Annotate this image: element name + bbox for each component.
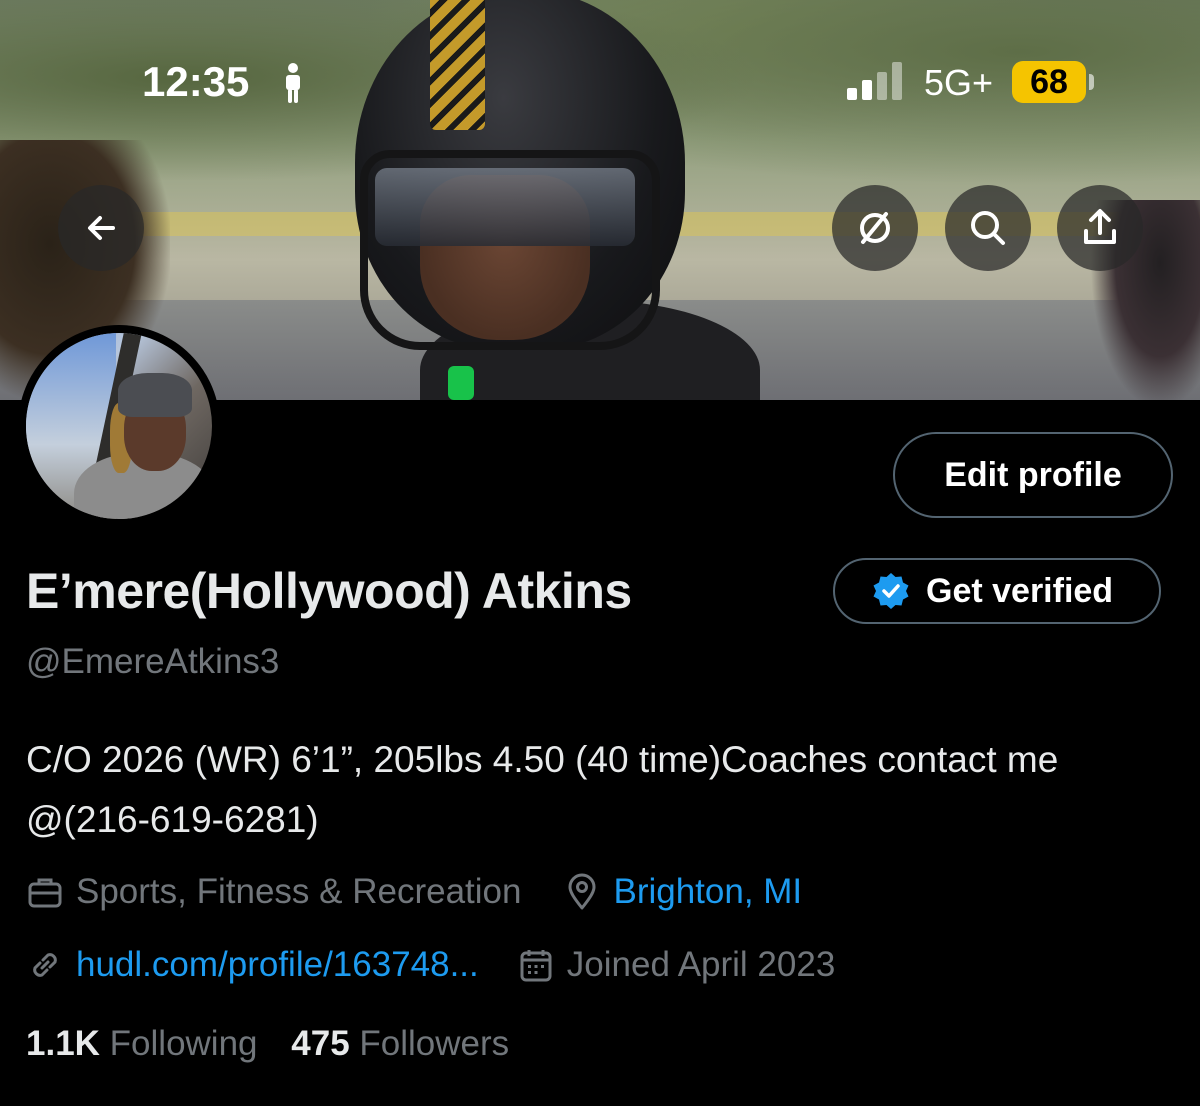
calendar-icon <box>520 950 552 982</box>
search-icon <box>971 211 1005 245</box>
link-icon <box>33 953 57 977</box>
status-time: 12:35 <box>142 58 250 105</box>
get-verified-button[interactable]: Get verified <box>833 558 1161 624</box>
person-icon <box>286 63 300 103</box>
banner-mouthguard <box>448 366 474 400</box>
get-verified-label: Get verified <box>926 571 1114 610</box>
avatar-beanie <box>118 373 192 417</box>
edit-profile-button[interactable]: Edit profile <box>893 432 1173 518</box>
battery-tip <box>1089 74 1094 90</box>
search-button[interactable] <box>945 185 1031 271</box>
signal-icon <box>847 62 902 100</box>
profile-category: Sports, Fitness & Recreation <box>26 872 521 912</box>
share-button[interactable] <box>1057 185 1143 271</box>
share-icon <box>1084 209 1116 244</box>
profile-meta-row-2: hudl.com/profile/163748... Joined April … <box>26 945 835 985</box>
joined-label: Joined April 2023 <box>566 945 836 984</box>
followers-label: Followers <box>359 1024 510 1063</box>
profile-bio: C/O 2026 (WR) 6’1”, 205lbs 4.50 (40 time… <box>26 739 1059 840</box>
followers-link[interactable]: 475 Followers <box>291 1024 509 1063</box>
profile-meta-row-1: Sports, Fitness & Recreation Brighton, M… <box>26 872 802 912</box>
briefcase-icon <box>28 878 62 908</box>
banner-facemask <box>360 150 660 350</box>
profile-joined: Joined April 2023 <box>517 945 836 985</box>
profile-location: Brighton, MI <box>563 872 802 912</box>
back-arrow-icon <box>88 216 115 240</box>
follow-counts: 1.1K Following 475 Followers <box>26 1024 509 1064</box>
banner-helmet-stripe <box>430 0 485 130</box>
following-link[interactable]: 1.1K Following <box>26 1024 258 1063</box>
website-link[interactable]: hudl.com/profile/163748... <box>76 945 479 985</box>
grok-button[interactable] <box>832 185 918 271</box>
following-count: 1.1K <box>26 1024 100 1063</box>
battery-indicator: 68 <box>1012 61 1086 103</box>
followers-count: 475 <box>291 1024 350 1063</box>
profile-handle: @EmereAtkins3 <box>26 642 280 681</box>
following-label: Following <box>109 1024 258 1063</box>
network-type: 5G+ <box>924 62 994 103</box>
avatar-photo <box>26 333 212 519</box>
profile-name: E’mere(Hollywood) Atkins <box>26 563 632 619</box>
back-button[interactable] <box>58 185 144 271</box>
location-label[interactable]: Brighton, MI <box>613 872 802 912</box>
profile-website[interactable]: hudl.com/profile/163748... <box>26 945 479 985</box>
avatar[interactable] <box>18 325 220 527</box>
verified-badge-icon <box>873 573 909 609</box>
grok-icon <box>860 212 890 244</box>
location-pin-icon <box>568 873 596 910</box>
category-label: Sports, Fitness & Recreation <box>76 872 522 911</box>
